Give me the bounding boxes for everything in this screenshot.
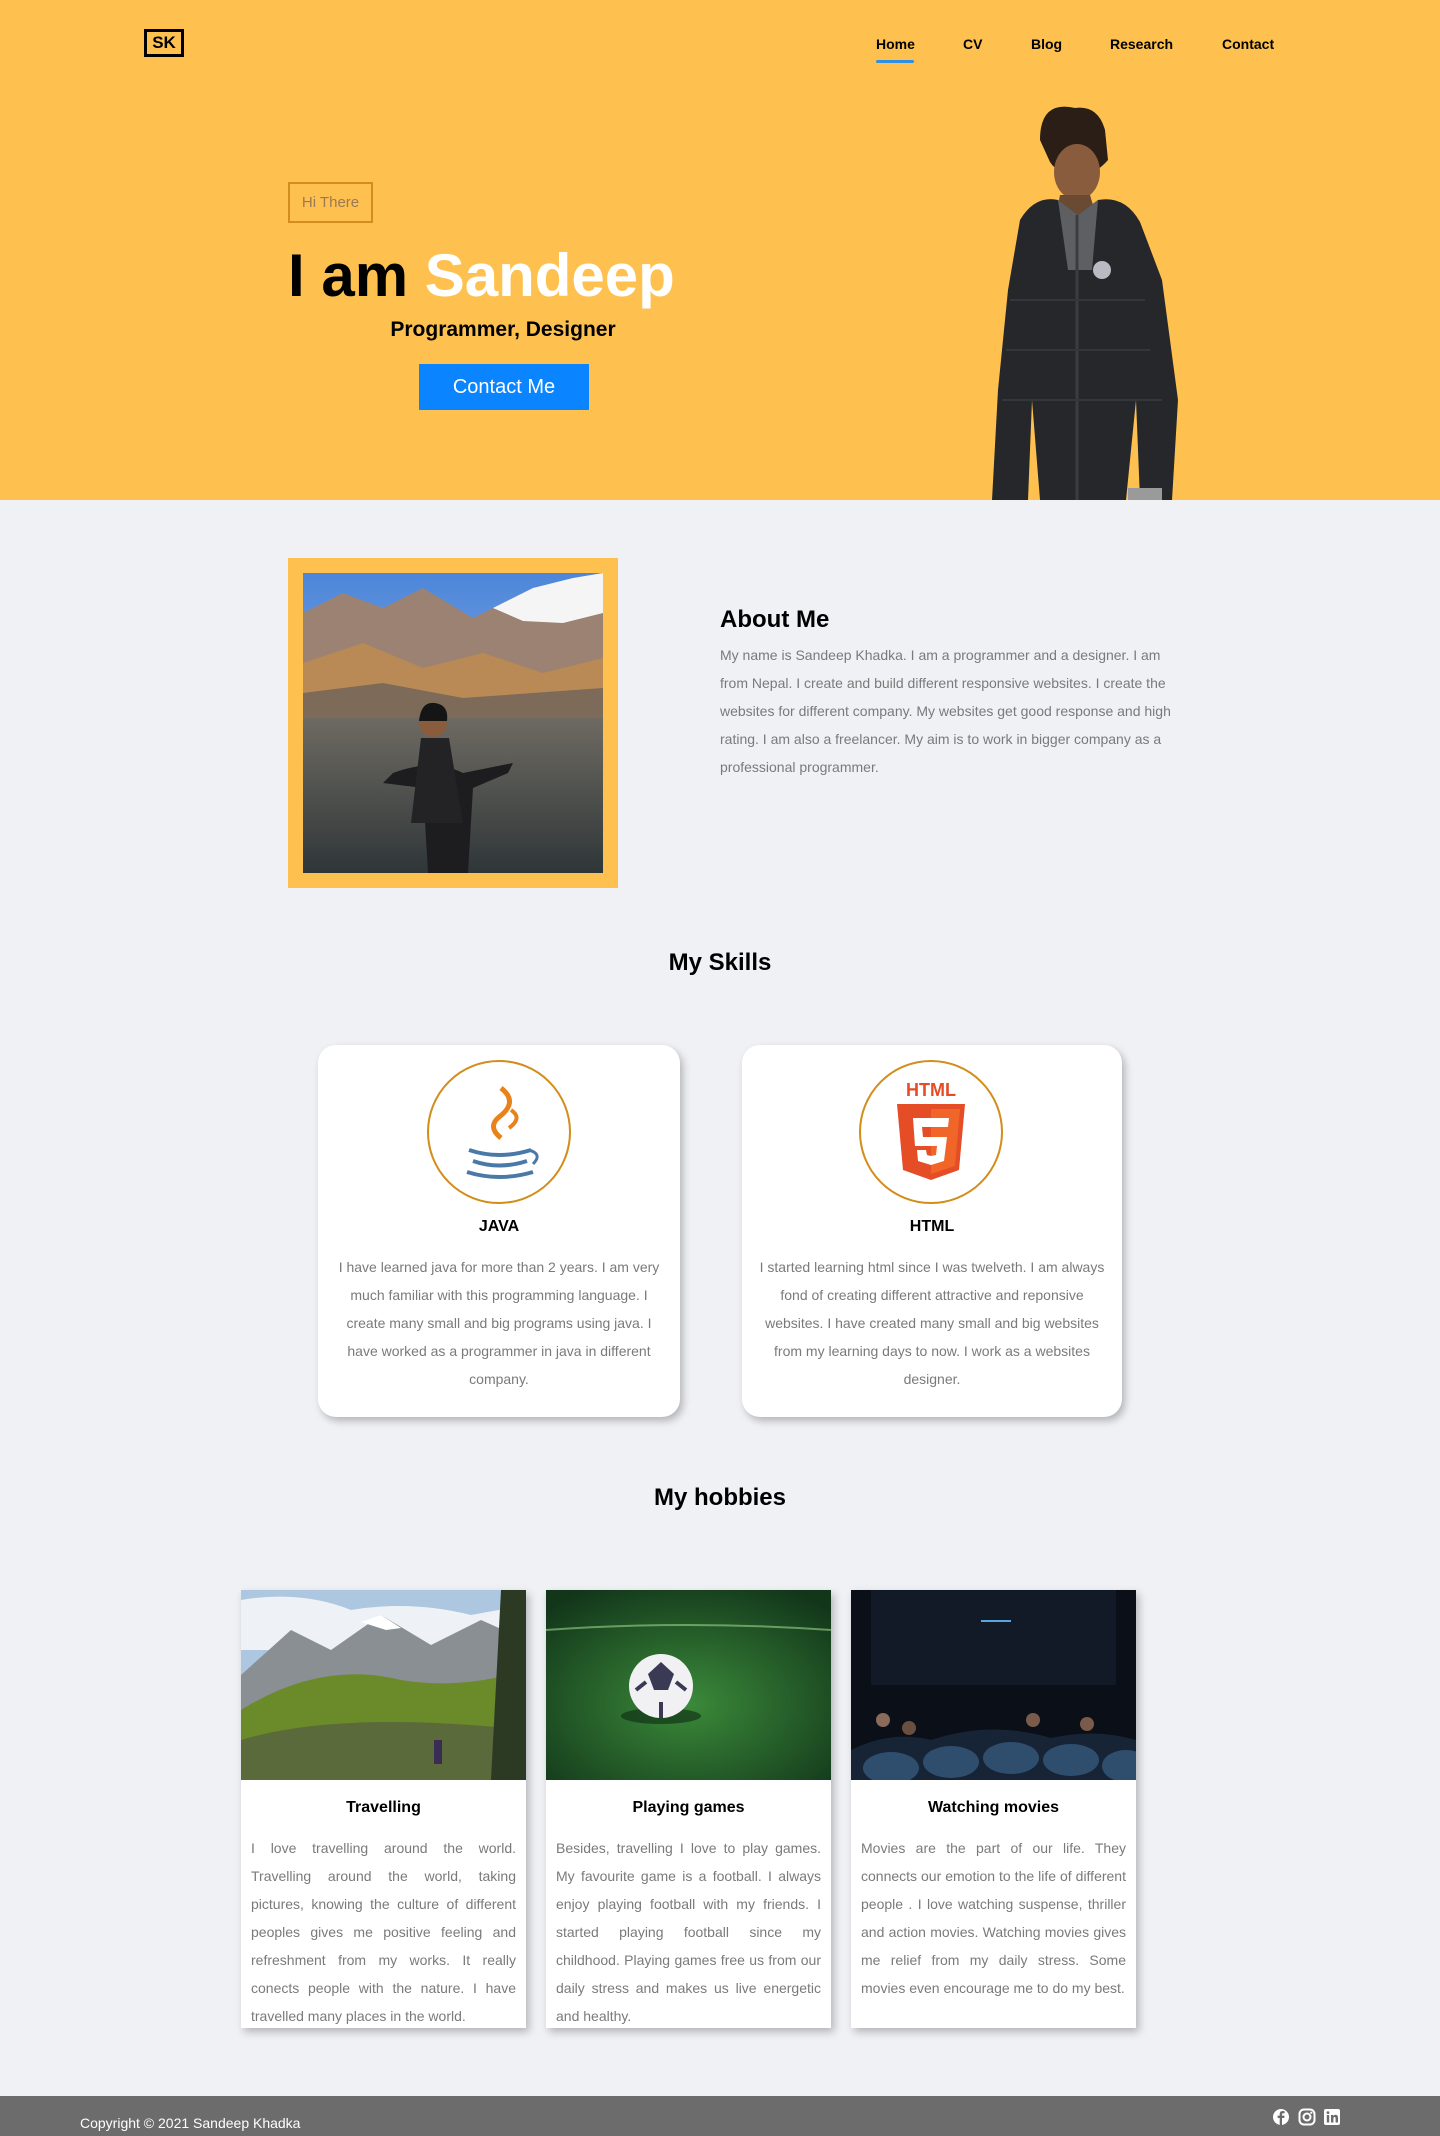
hobby-text: I love travelling around the world. Trav…: [251, 1840, 516, 2024]
hobby-card-movies: Watching movies Movies are the part of o…: [851, 1590, 1136, 2028]
html5-icon: HTML: [859, 1060, 1003, 1204]
java-icon: [427, 1060, 571, 1204]
hobby-name: Watching movies: [928, 1799, 1059, 1816]
skill-name: HTML: [909, 1218, 955, 1235]
hobby-text: Besides, travelling I love to play games…: [556, 1840, 821, 2024]
nav-research[interactable]: Research: [1110, 36, 1173, 52]
main-nav: Home CV Blog Research Contact: [0, 36, 1440, 63]
copyright-text: Copyright © 2021 Sandeep Khadka: [80, 2115, 301, 2131]
nav-cv[interactable]: CV: [963, 36, 982, 52]
hobby-card-games: Playing games Besides, travelling I love…: [546, 1590, 831, 2028]
hero-subtitle: Programmer, Designer: [390, 318, 616, 341]
travelling-photo: [241, 1590, 526, 1780]
html-icon-text: HTML: [906, 1080, 956, 1100]
hobby-name: Playing games: [632, 1799, 745, 1816]
linkedin-icon[interactable]: [1323, 2108, 1341, 2126]
skill-text: I started learning html since I was twel…: [759, 1259, 1105, 1387]
about-text: My name is Sandeep Khadka. I am a progra…: [720, 647, 1171, 775]
hobby-text: Movies are the part of our life. They co…: [861, 1840, 1126, 1996]
nav-contact[interactable]: Contact: [1222, 36, 1274, 52]
nav-home[interactable]: Home: [876, 36, 915, 52]
greeting-badge: Hi There: [288, 182, 373, 223]
hero-section: SK Home CV Blog Research Contact Hi Ther…: [0, 0, 1440, 500]
hobbies-title: My hobbies: [653, 1484, 786, 1511]
contact-me-button[interactable]: Contact Me: [419, 364, 589, 410]
hobby-card-travelling: Travelling I love travelling around the …: [241, 1590, 526, 2028]
headline-name: Sandeep: [424, 242, 675, 309]
facebook-icon[interactable]: [1272, 2108, 1290, 2126]
about-title: About Me: [720, 606, 830, 633]
cinema-photo: [851, 1590, 1136, 1780]
skill-card-java: JAVA I have learned java for more than 2…: [318, 1045, 680, 1417]
about-photo: [303, 573, 603, 873]
footer: Copyright © 2021 Sandeep Khadka: [0, 2096, 1440, 2136]
instagram-icon[interactable]: [1298, 2108, 1316, 2126]
nav-blog[interactable]: Blog: [1031, 36, 1062, 52]
headline-prefix: I am: [288, 242, 409, 309]
hero-headline: I am Sandeep: [288, 240, 675, 312]
nav-active-indicator: [876, 60, 914, 63]
football-photo: [546, 1590, 831, 1780]
hobby-name: Travelling: [346, 1799, 421, 1816]
skill-name: JAVA: [478, 1218, 520, 1235]
hero-person-photo: [992, 106, 1178, 500]
skills-title: My Skills: [668, 949, 772, 976]
skill-card-html: HTML HTML I started learning html since …: [742, 1045, 1122, 1417]
skill-text: I have learned java for more than 2 year…: [338, 1259, 660, 1387]
about-photo-frame: [288, 558, 618, 888]
